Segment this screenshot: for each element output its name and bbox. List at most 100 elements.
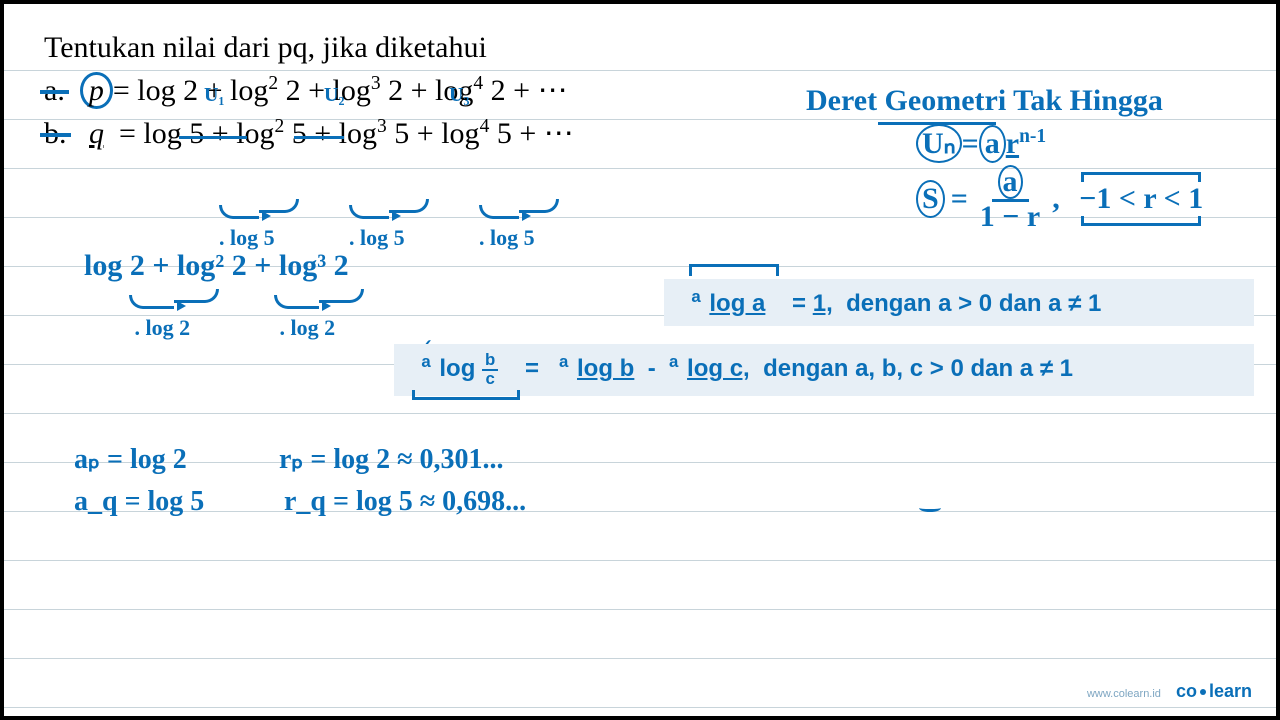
pow4-a: 4 <box>473 73 483 94</box>
formula1-bracket <box>689 264 779 276</box>
f2-num: b <box>482 352 498 371</box>
brand-dot-icon <box>1200 689 1206 695</box>
dotlog2-1-text: . log 2 <box>135 315 191 340</box>
annotation-dotlog2-1: . log 2 <box>129 289 219 341</box>
f2-minus: - <box>648 355 656 382</box>
two-a1: 2 <box>183 74 198 107</box>
un-exp: n-1 <box>1019 126 1046 147</box>
right-heading: Deret Geometri Tak Hingga <box>806 84 1246 118</box>
f2-pre2: a <box>559 352 568 371</box>
formula2-underbracket <box>412 390 520 400</box>
aq-line: a_q = log 5 <box>74 486 204 518</box>
dotlog5-1-text: . log 5 <box>219 225 275 250</box>
right-notes: Deret Geometri Tak Hingga Uₙ=arn-1 S= a … <box>806 84 1246 232</box>
equals-a: = <box>113 74 130 107</box>
five-b3: 5 <box>394 117 409 150</box>
f2-logb: log b <box>577 355 634 382</box>
log-b1: log <box>143 117 181 150</box>
dots-a: ⋯ <box>538 74 568 107</box>
un-eq: = <box>962 127 979 160</box>
plus-a3: + <box>411 74 428 107</box>
ap-line: aₚ = log 2 <box>74 442 187 476</box>
plus-b4: + <box>519 117 536 150</box>
annotation-u1: U₁ <box>204 84 224 107</box>
dotlog5-2-text: . log 5 <box>349 225 405 250</box>
equals-b: = <box>119 117 136 150</box>
f2-log: log <box>439 355 475 382</box>
plus-a2: + <box>308 74 325 107</box>
pow2-b: 2 <box>275 116 285 137</box>
underline-p1 <box>179 136 247 139</box>
two-a4: 2 <box>491 74 506 107</box>
f2-den: c <box>482 371 497 388</box>
var-q: q <box>89 117 104 150</box>
stray-mark <box>919 504 941 512</box>
annotation-dotlog2-2: . log 2 <box>274 289 364 341</box>
item-a-label: a. <box>44 75 65 107</box>
f2-logc: log c, <box>687 355 750 382</box>
s-num: a <box>998 165 1023 199</box>
five-b2: 5 <box>292 117 307 150</box>
annotation-dotlog5-3: . log 5 <box>479 199 559 251</box>
r-range: −1 < r < 1 <box>1079 182 1203 216</box>
log-a2: log <box>230 74 268 107</box>
f2-pre3: a <box>669 352 678 371</box>
pow2-a: 2 <box>268 73 278 94</box>
un-a: a <box>979 125 1006 163</box>
problem-title: Tentukan nilai dari pq, jika diketahui <box>44 32 574 64</box>
un-r: r <box>1006 127 1019 160</box>
log-a1: log <box>137 74 175 107</box>
log-b4: log <box>441 117 479 150</box>
plus-b3: + <box>417 117 434 150</box>
f1-cond: dengan a > 0 dan a ≠ 1 <box>846 290 1101 317</box>
brand-watermark: www.colearn.id colearn <box>1087 681 1252 702</box>
item-b-label: b. <box>44 118 67 150</box>
pow3-a: 3 <box>371 73 381 94</box>
f1-eq: = <box>792 290 806 317</box>
underline-p2 <box>294 136 344 139</box>
problem-line-b: b. q = log 5 + log2 5 + log3 5 + log4 5 … <box>44 117 574 150</box>
formula-box-2: a log b c = a log b - a log c, dengan a,… <box>394 344 1254 396</box>
formula-box-1: a log a = 1, dengan a > 0 dan a ≠ 1 <box>664 279 1254 326</box>
f2-eq: = <box>525 355 539 382</box>
s-den: 1 − r <box>974 202 1046 232</box>
plus-b1: + <box>212 117 229 150</box>
two-a3: 2 <box>388 74 403 107</box>
pow4-b: 4 <box>480 116 490 137</box>
s-comma: , <box>1052 182 1060 216</box>
log-b2: log <box>236 117 274 150</box>
s-left: S <box>916 180 945 218</box>
rq-line: r_q = log 5 ≈ 0,698... <box>284 486 526 518</box>
un-left: Uₙ <box>916 124 962 163</box>
f2-pre: a <box>421 352 430 371</box>
two-a2: 2 <box>286 74 301 107</box>
annotation-u2: U₂ <box>324 84 344 107</box>
brand-left: co <box>1176 681 1197 701</box>
plus-b2: + <box>314 117 331 150</box>
problem-line-a: a. p= log 2 + log2 2 + log3 2 + log4 2 +… <box>44 72 574 110</box>
un-formula: Uₙ=arn-1 <box>916 124 1246 163</box>
brand-url: www.colearn.id <box>1087 688 1161 700</box>
dotlog5-3-text: . log 5 <box>479 225 535 250</box>
f1-pre: a <box>691 287 700 306</box>
brand-right: learn <box>1209 681 1252 701</box>
f1-one: 1, <box>813 290 833 317</box>
f2-cond: dengan a, b, c > 0 dan a ≠ 1 <box>763 355 1073 382</box>
var-p: p <box>89 74 104 107</box>
rp-line: rₚ = log 2 ≈ 0,301... <box>279 442 504 476</box>
annotation-dotlog5-1: . log 5 <box>219 199 299 251</box>
dots-b: ⋯ <box>544 117 574 150</box>
five-b1: 5 <box>189 117 204 150</box>
f1-log: log a <box>709 290 765 317</box>
s-formula: S= a 1 − r , −1 < r < 1 <box>916 165 1246 232</box>
five-b4: 5 <box>497 117 512 150</box>
annotation-u3: U₃ <box>449 84 469 107</box>
plus-a4: + <box>513 74 530 107</box>
log-b3: log <box>339 117 377 150</box>
problem-statement: Tentukan nilai dari pq, jika diketahui a… <box>44 32 574 150</box>
annotation-dotlog5-2: . log 5 <box>349 199 429 251</box>
handwritten-log2-series: log 2 + log² 2 + log³ 2 <box>84 249 349 283</box>
underline-geometri <box>878 122 996 125</box>
pow3-b: 3 <box>377 116 387 137</box>
dotlog2-2-text: . log 2 <box>280 315 336 340</box>
